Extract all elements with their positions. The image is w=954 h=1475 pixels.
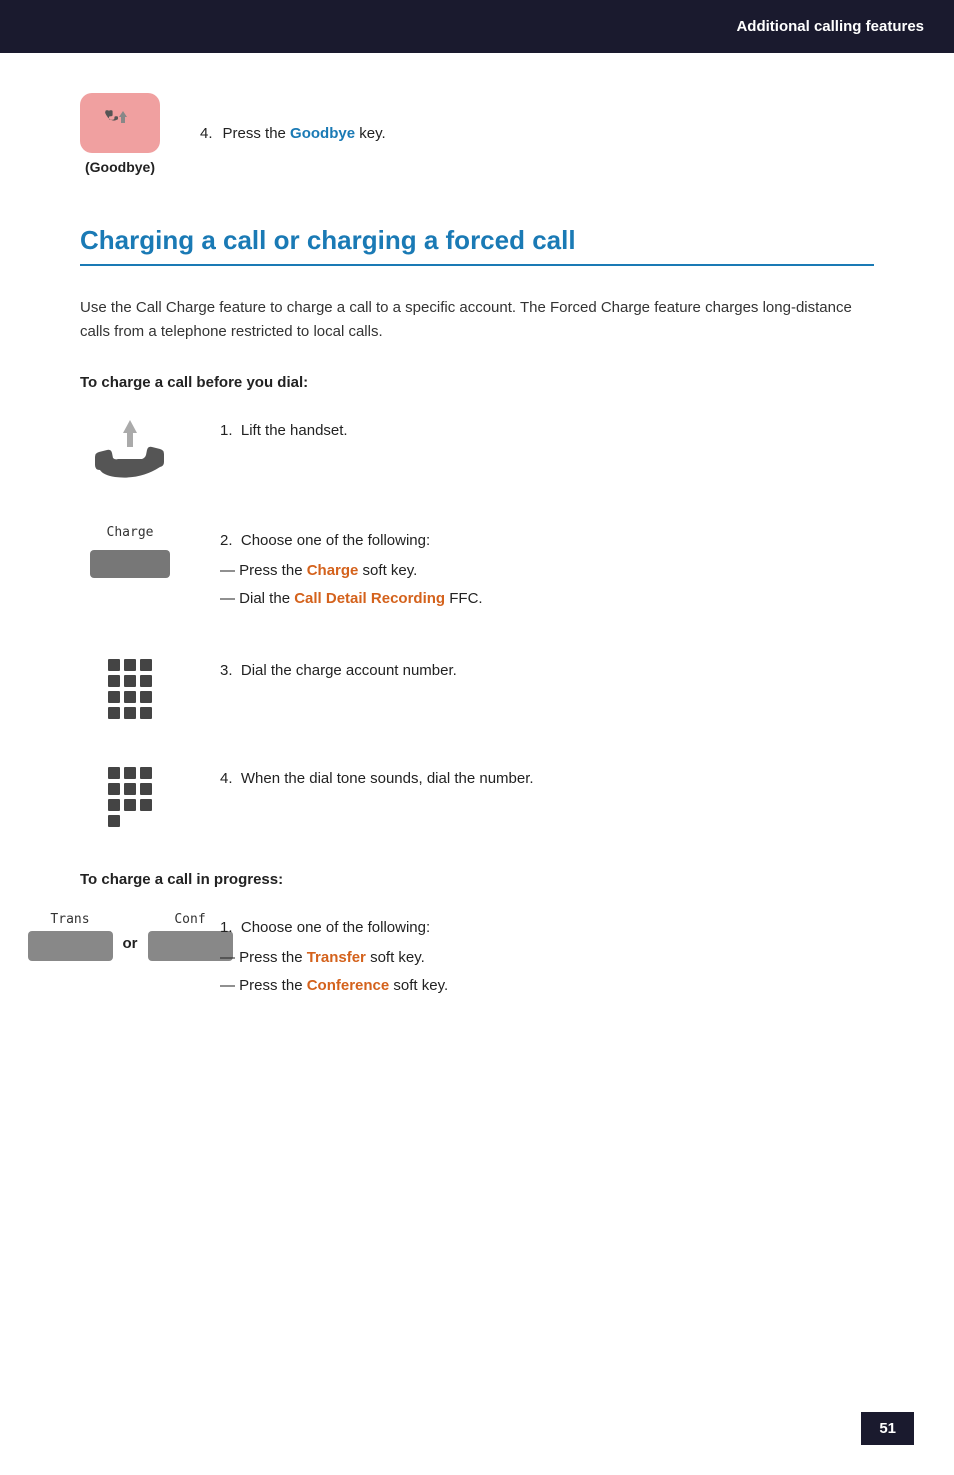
step1-text: 1. Lift the handset. bbox=[220, 415, 874, 443]
charge-key: Charge bbox=[307, 562, 359, 579]
step4-num: 4. bbox=[220, 770, 233, 787]
step2-bullets: Press the Charge soft key. Dial the Call… bbox=[220, 559, 874, 611]
step-lift-handset: 1. Lift the handset. bbox=[80, 415, 874, 485]
step-dial-number: 4. When the dial tone sounds, dial the n… bbox=[80, 763, 874, 831]
step2-bullet1: Press the Charge soft key. bbox=[220, 559, 874, 583]
step2-bullet2: Dial the Call Detail Recording FFC. bbox=[220, 587, 874, 611]
step1-num: 1. bbox=[220, 422, 233, 439]
conf-label: Conf bbox=[174, 912, 205, 927]
or-label: or bbox=[123, 921, 138, 952]
in-progress-heading: To charge a call in progress: bbox=[80, 871, 874, 888]
trans-block: Trans bbox=[28, 912, 113, 961]
main-content: (Goodbye) 4.Press the Goodbye key. Charg… bbox=[0, 53, 954, 1102]
page-number: 51 bbox=[861, 1412, 914, 1445]
step3-num: 3. bbox=[220, 662, 233, 679]
step-trans-conf: Trans or Conf 1. Choose one of the follo… bbox=[80, 912, 874, 1002]
header-title: Additional calling features bbox=[736, 18, 924, 35]
in-progress-step1-text: 1. Choose one of the following: Press th… bbox=[220, 912, 874, 1002]
in-progress-step1-num: 1. bbox=[220, 919, 233, 936]
trans-label: Trans bbox=[50, 912, 89, 927]
step2-text: 2. Choose one of the following: Press th… bbox=[220, 525, 874, 615]
cdr-key: Call Detail Recording bbox=[294, 590, 445, 607]
keypad1-grid bbox=[104, 655, 156, 723]
goodbye-key: Goodbye bbox=[290, 125, 355, 142]
handset-icon-col bbox=[80, 415, 180, 485]
trans-conf-icon-col: Trans or Conf bbox=[80, 912, 180, 961]
charge-softkey-button bbox=[90, 550, 170, 578]
in-progress-bullet2: Press the Conference soft key. bbox=[220, 974, 874, 998]
handset-svg bbox=[85, 415, 175, 485]
keypad2-grid bbox=[104, 763, 156, 831]
goodbye-phone-svg bbox=[95, 103, 145, 143]
step4-text: 4. When the dial tone sounds, dial the n… bbox=[220, 763, 874, 791]
header-bar: Additional calling features bbox=[0, 0, 954, 53]
goodbye-phone-icon bbox=[80, 93, 160, 153]
before-dial-heading: To charge a call before you dial: bbox=[80, 374, 874, 391]
keypad1-icon-col bbox=[80, 655, 180, 723]
goodbye-step-text: 4.Press the Goodbye key. bbox=[200, 123, 386, 146]
section-description: Use the Call Charge feature to charge a … bbox=[80, 296, 874, 344]
charge-icon-col: Charge bbox=[80, 525, 180, 578]
conference-key: Conference bbox=[307, 977, 390, 994]
step-dial-account: 3. Dial the charge account number. bbox=[80, 655, 874, 723]
goodbye-step-num: 4. bbox=[200, 125, 213, 142]
in-progress-bullet1: Press the Transfer soft key. bbox=[220, 946, 874, 970]
transfer-key: Transfer bbox=[307, 949, 366, 966]
goodbye-section: (Goodbye) 4.Press the Goodbye key. bbox=[80, 93, 874, 175]
keypad2-icon-col bbox=[80, 763, 180, 831]
step-charge-softkey: Charge 2. Choose one of the following: P… bbox=[80, 525, 874, 615]
in-progress-step1-bullets: Press the Transfer soft key. Press the C… bbox=[220, 946, 874, 998]
step3-text: 3. Dial the charge account number. bbox=[220, 655, 874, 683]
section-title: Charging a call or charging a forced cal… bbox=[80, 225, 874, 266]
charge-softkey-label: Charge bbox=[107, 525, 154, 540]
trans-conf-row: Trans or Conf bbox=[28, 912, 233, 961]
goodbye-icon-wrap: (Goodbye) bbox=[80, 93, 160, 175]
trans-button bbox=[28, 931, 113, 961]
goodbye-label: (Goodbye) bbox=[85, 159, 155, 175]
step2-num: 2. bbox=[220, 532, 233, 549]
